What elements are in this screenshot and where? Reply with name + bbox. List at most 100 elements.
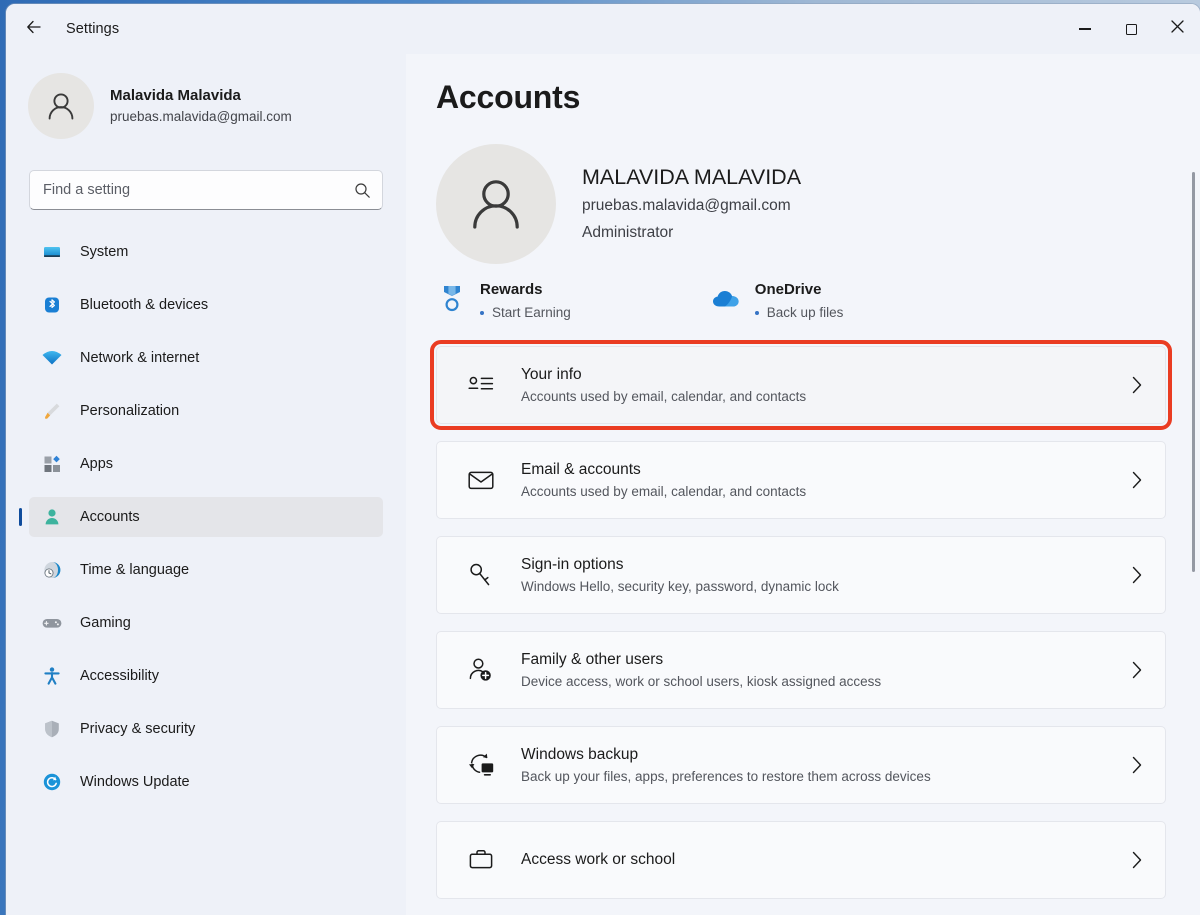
- person-avatar-icon: [48, 93, 74, 120]
- maximize-icon: [1125, 23, 1137, 35]
- clock-globe-icon: [39, 558, 65, 582]
- minimize-button[interactable]: [1062, 12, 1108, 46]
- card-family-other-users[interactable]: Family & other users Device access, work…: [436, 631, 1166, 709]
- sidebar-item-apps[interactable]: Apps: [29, 444, 383, 484]
- sidebar-item-label: Accessibility: [80, 668, 159, 684]
- chevron-right-icon[interactable]: [1131, 566, 1143, 584]
- close-icon: [1170, 20, 1184, 38]
- sidebar-profile[interactable]: Malavida Malavida pruebas.malavida@gmail…: [6, 68, 406, 144]
- minimize-icon: [1079, 28, 1091, 30]
- sidebar-profile-meta: Malavida Malavida pruebas.malavida@gmail…: [110, 86, 292, 127]
- back-button[interactable]: [16, 11, 52, 47]
- card-text: Windows backup Back up your files, apps,…: [521, 744, 931, 787]
- search-box[interactable]: [29, 170, 383, 210]
- chevron-right-icon[interactable]: [1131, 661, 1143, 679]
- paintbrush-icon: [39, 399, 65, 423]
- avatar: [28, 73, 94, 139]
- sidebar-item-label: System: [80, 244, 129, 260]
- sidebar-item-label: Apps: [80, 456, 114, 472]
- settings-cards: Your info Accounts used by email, calend…: [406, 340, 1200, 899]
- quick-link-sub-row: Back up files: [754, 302, 844, 324]
- window-controls: [1062, 4, 1200, 54]
- card-email-accounts[interactable]: Email & accounts Accounts used by email,…: [436, 441, 1166, 519]
- account-role: Administrator: [582, 224, 674, 241]
- shield-icon: [39, 717, 65, 741]
- card-windows-backup[interactable]: Windows backup Back up your files, apps,…: [436, 726, 1166, 804]
- quick-link-title: OneDrive: [754, 281, 822, 298]
- sidebar-item-label: Gaming: [80, 615, 131, 631]
- sidebar-item-time-language[interactable]: Time & language: [29, 550, 383, 590]
- quick-link-sub: Back up files: [766, 305, 844, 320]
- settings-window: Settings Malavida Malavida pruebas.malav…: [6, 4, 1200, 915]
- page-title: Accounts: [436, 79, 581, 115]
- search-button[interactable]: [351, 179, 373, 201]
- window-title: Settings: [66, 21, 120, 37]
- card-title: Family & other users: [521, 650, 664, 668]
- sidebar-item-label: Network & internet: [80, 350, 200, 366]
- card-sign-in-options[interactable]: Sign-in options Windows Hello, security …: [436, 536, 1166, 614]
- card-sub: Device access, work or school users, kio…: [521, 673, 882, 689]
- quick-link-onedrive[interactable]: OneDrive Back up files: [711, 280, 844, 324]
- sidebar-item-windows-update[interactable]: Windows Update: [29, 762, 383, 802]
- account-meta: MALAVIDA MALAVIDA pruebas.malavida@gmail…: [582, 162, 801, 246]
- chevron-right-icon[interactable]: [1131, 756, 1143, 774]
- sidebar-profile-name: Malavida Malavida: [110, 86, 241, 104]
- gamepad-icon: [39, 611, 65, 635]
- apps-grid-icon: [39, 452, 65, 476]
- chevron-right-icon[interactable]: [1131, 851, 1143, 869]
- search-area: [6, 144, 406, 210]
- card-text: Access work or school: [521, 849, 675, 872]
- card-title: Access work or school: [521, 850, 676, 868]
- card-access-work-or-school[interactable]: Access work or school: [436, 821, 1166, 899]
- main-content: Accounts MALAVIDA MALAVIDA pruebas.malav…: [406, 54, 1200, 915]
- quick-link-text: OneDrive Back up files: [754, 280, 844, 324]
- card-text: Sign-in options Windows Hello, security …: [521, 554, 839, 597]
- sidebar-item-label: Time & language: [80, 562, 190, 578]
- quick-link-rewards[interactable]: Rewards Start Earning: [436, 280, 571, 324]
- account-email: pruebas.malavida@gmail.com: [582, 197, 791, 214]
- sidebar-item-label: Personalization: [80, 403, 180, 419]
- sidebar-item-accessibility[interactable]: Accessibility: [29, 656, 383, 696]
- sidebar-item-personalization[interactable]: Personalization: [29, 391, 383, 431]
- sidebar-item-network-internet[interactable]: Network & internet: [29, 338, 383, 378]
- quick-link-sub: Start Earning: [492, 305, 571, 320]
- rewards-medal-icon: [436, 282, 468, 316]
- search-input[interactable]: [30, 171, 382, 209]
- quick-link-sub-row: Start Earning: [480, 302, 571, 324]
- sidebar-profile-email: pruebas.malavida@gmail.com: [110, 108, 292, 124]
- card-sub: Accounts used by email, calendar, and co…: [521, 483, 807, 499]
- update-refresh-icon: [39, 770, 65, 794]
- arrow-left-icon: [25, 18, 43, 41]
- card-title: Windows backup: [521, 745, 639, 763]
- scrollbar[interactable]: [1189, 112, 1197, 911]
- card-title: Sign-in options: [521, 555, 624, 573]
- sidebar-item-gaming[interactable]: Gaming: [29, 603, 383, 643]
- card-title: Your info: [521, 365, 582, 383]
- close-button[interactable]: [1154, 12, 1200, 46]
- sidebar-item-bluetooth-devices[interactable]: Bluetooth & devices: [29, 285, 383, 325]
- chevron-right-icon[interactable]: [1131, 376, 1143, 394]
- wifi-icon: [39, 346, 65, 370]
- chevron-right-icon[interactable]: [1131, 471, 1143, 489]
- sidebar-item-system[interactable]: System: [29, 232, 383, 272]
- card-text: Email & accounts Accounts used by email,…: [521, 459, 806, 502]
- quick-link-text: Rewards Start Earning: [480, 280, 571, 324]
- bluetooth-icon: [39, 293, 65, 317]
- search-icon: [354, 182, 370, 198]
- sidebar: Malavida Malavida pruebas.malavida@gmail…: [6, 54, 406, 915]
- card-your-info[interactable]: Your info Accounts used by email, calend…: [430, 340, 1172, 430]
- sidebar-item-label: Privacy & security: [80, 721, 196, 737]
- card-title: Email & accounts: [521, 460, 641, 478]
- maximize-button[interactable]: [1108, 12, 1154, 46]
- card-sub: Accounts used by email, calendar, and co…: [521, 388, 807, 404]
- card-sub: Back up your files, apps, preferences to…: [521, 768, 931, 784]
- account-name: MALAVIDA MALAVIDA: [582, 165, 802, 189]
- sidebar-item-accounts[interactable]: Accounts: [29, 497, 383, 537]
- bullet-icon: [480, 311, 484, 315]
- sidebar-item-label: Bluetooth & devices: [80, 297, 209, 313]
- sidebar-item-privacy-security[interactable]: Privacy & security: [29, 709, 383, 749]
- accessibility-icon: [39, 664, 65, 688]
- scrollbar-thumb[interactable]: [1192, 172, 1195, 572]
- title-bar: Settings: [6, 4, 1200, 54]
- sidebar-nav: System Bluetooth & devices Network & int…: [6, 232, 406, 802]
